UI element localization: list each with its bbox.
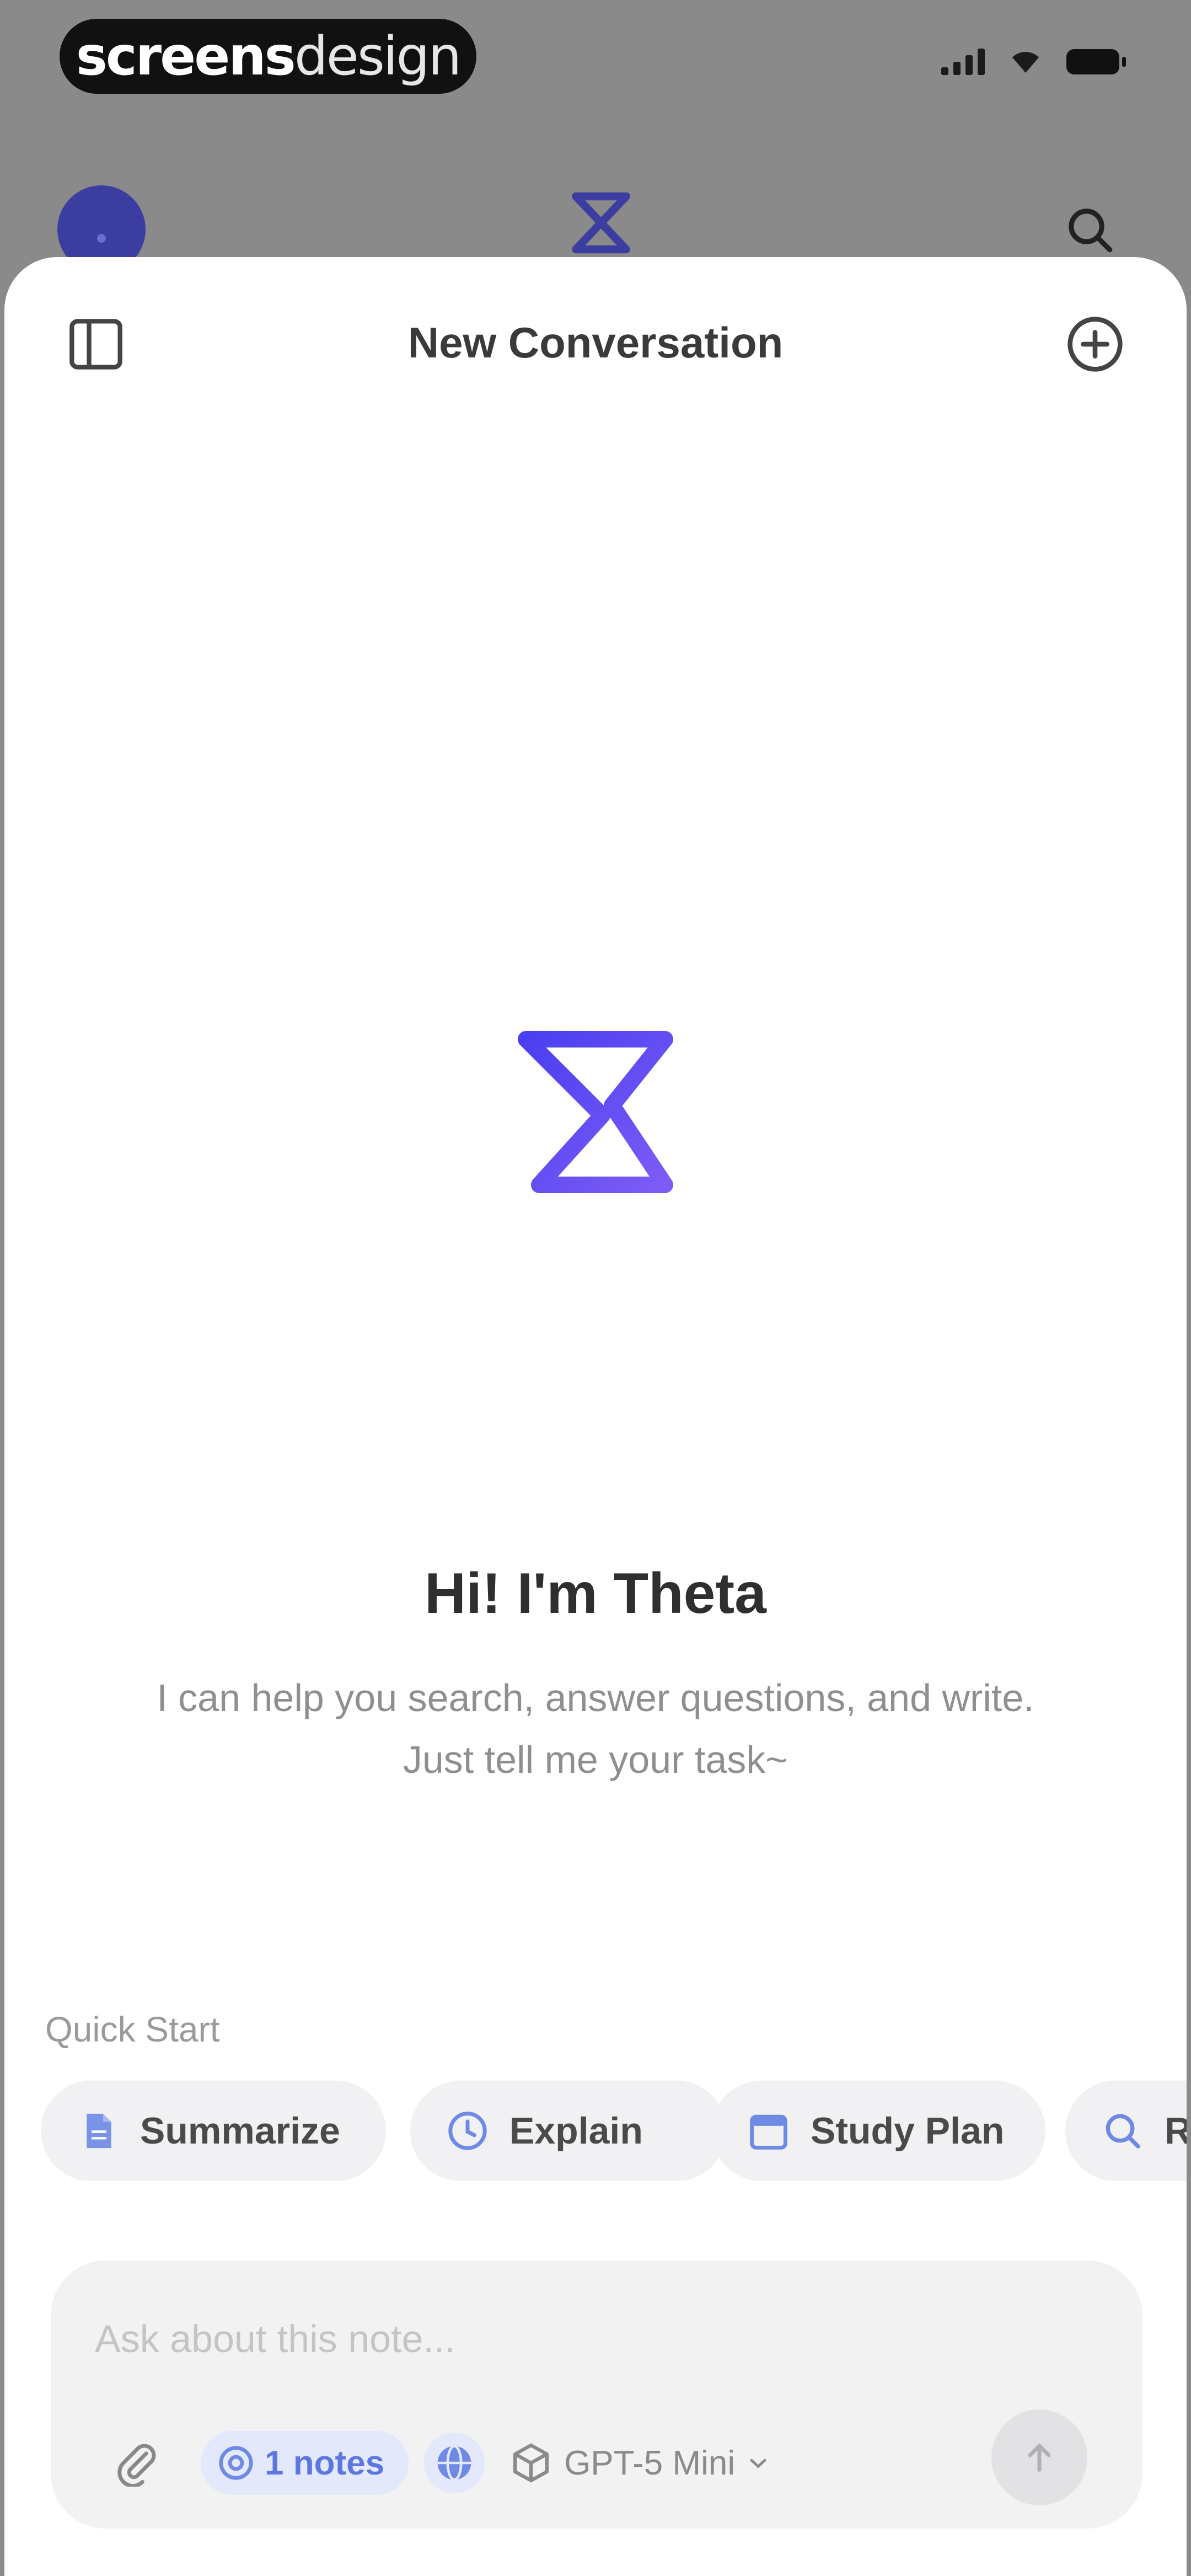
quick-start-chips: Summarize Explain Study Plan Research [41, 2081, 1187, 2185]
message-composer: 1 notes GPT-5 Mini [51, 2260, 1142, 2529]
chip-label: Research [1165, 2110, 1187, 2152]
greeting-title: Hi! I'm Theta [425, 1562, 766, 1626]
quick-start-label: Quick Start [45, 2010, 220, 2049]
quick-start-explain[interactable]: Explain [410, 2081, 727, 2181]
sheet-header: New Conversation [4, 257, 1187, 434]
attach-button[interactable] [111, 2438, 162, 2488]
brand-bold-text: screens [76, 25, 296, 87]
paperclip-icon [117, 2444, 156, 2487]
chip-label: Summarize [140, 2110, 340, 2152]
calendar-icon [745, 2108, 792, 2154]
arrow-up-icon [1028, 2444, 1051, 2472]
wifi-icon [1012, 52, 1039, 73]
search-icon [1099, 2108, 1146, 2154]
search-icon [1069, 209, 1113, 253]
cube-icon [513, 2443, 549, 2483]
message-input[interactable] [94, 2308, 1033, 2370]
send-button[interactable] [991, 2409, 1087, 2505]
conversation-sheet: New Conversation Hi! I'm Theta I can hel… [4, 257, 1187, 2576]
quick-start-study-plan[interactable]: Study Plan [711, 2081, 1045, 2181]
theta-logo-icon [518, 1031, 673, 1193]
quick-start-summarize[interactable]: Summarize [41, 2081, 386, 2181]
status-icons [941, 49, 1126, 75]
globe-icon [437, 2445, 471, 2481]
greeting-subtitle: I can help you search, answer questions,… [157, 1676, 1034, 1781]
new-conversation-button[interactable] [1061, 310, 1129, 378]
notes-count-label: 1 notes [265, 2444, 385, 2482]
brand-thin-text: design [294, 25, 462, 87]
chip-label: Study Plan [811, 2110, 1005, 2152]
document-icon [75, 2108, 121, 2154]
theta-logo-icon [572, 192, 630, 254]
web-search-toggle[interactable] [424, 2433, 485, 2493]
page-title: New Conversation [407, 318, 784, 367]
quick-start-research[interactable]: Research [1065, 2081, 1187, 2181]
at-icon [219, 2446, 253, 2480]
battery-icon [1066, 49, 1126, 74]
clock-icon [444, 2108, 491, 2154]
chevron-down-icon [750, 2459, 766, 2468]
notes-context-button[interactable]: 1 notes [201, 2431, 409, 2495]
model-label: GPT-5 Mini [564, 2444, 736, 2482]
background-app-header [0, 165, 1191, 274]
brand-watermark: screensdesign [60, 19, 476, 94]
signal-icon [941, 49, 985, 75]
chip-label: Explain [509, 2110, 643, 2152]
plus-circle-icon [1067, 317, 1123, 372]
status-bar: screensdesign [0, 0, 1191, 116]
model-selector[interactable]: GPT-5 Mini [509, 2441, 769, 2485]
composer-tools: 1 notes GPT-5 Mini [111, 2430, 769, 2495]
